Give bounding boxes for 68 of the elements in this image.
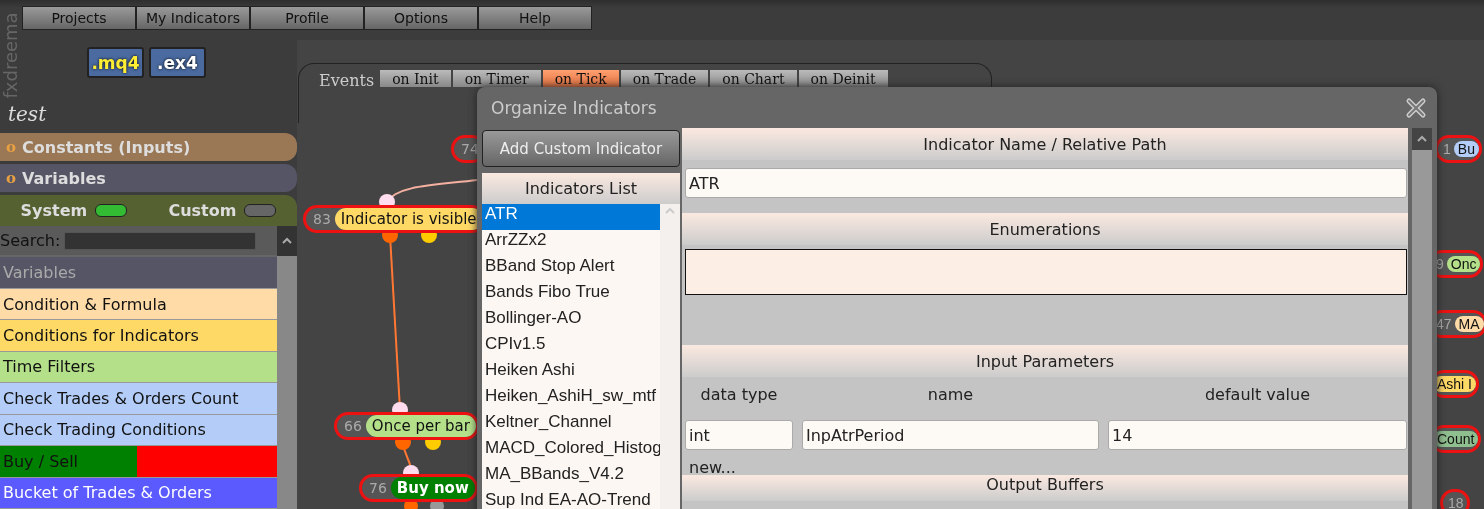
section-title: Constants (Inputs)	[22, 137, 191, 157]
search-field[interactable]	[64, 231, 257, 250]
file-button[interactable]: .mq4	[87, 47, 144, 78]
toggle-label: Custom	[168, 201, 237, 220]
indicator-item[interactable]: Keltner_Channel	[482, 412, 660, 438]
menu-item[interactable]: Projects	[22, 6, 136, 30]
bullet-icon: o	[6, 169, 16, 187]
indicator-item[interactable]: ArrZZx2	[482, 230, 660, 256]
close-icon[interactable]	[1405, 96, 1427, 119]
event-tab[interactable]: on Init	[379, 69, 452, 88]
block-category[interactable]: Check Trading Conditions	[0, 414, 277, 447]
toggle-label: System	[20, 201, 88, 220]
new-parameter-link[interactable]: new...	[689, 458, 736, 478]
block-category[interactable]: Time Filters	[0, 351, 277, 384]
menu-item[interactable]: Help	[478, 6, 592, 30]
indicator-item[interactable]: Bands Fibo True	[482, 282, 660, 308]
block-category[interactable]: Condition & Formula	[0, 288, 277, 321]
caret-icon	[281, 237, 293, 245]
toggle-switch[interactable]	[95, 204, 128, 217]
indicator-item[interactable]: Heiken_AshiH_sw_mtf	[482, 386, 660, 412]
parameter-field[interactable]: InpAtrPeriod	[802, 420, 1099, 450]
parameter-field[interactable]: int	[685, 420, 793, 450]
menu-item[interactable]: Options	[364, 6, 478, 30]
column-header: data type	[699, 385, 779, 405]
indicator-item[interactable]: MACD_Colored_Histog	[482, 438, 660, 464]
dialog-title: Organize Indicators	[491, 97, 657, 118]
caret-icon	[664, 207, 676, 215]
indicator-item[interactable]: CPIv1.5	[482, 334, 660, 360]
flow-node[interactable]: 1 Bu	[1435, 135, 1482, 163]
search-label: Search:	[0, 231, 61, 251]
indicator-item[interactable]: Heiken Ashi	[482, 360, 660, 386]
add-indicator-button[interactable]: Add Custom Indicator	[482, 130, 680, 167]
list-header: Indicators List	[482, 173, 680, 204]
section-header: Output Buffers	[682, 475, 1408, 501]
toggle-switch[interactable]	[244, 204, 277, 217]
column-header: default value	[1203, 385, 1312, 405]
events-label: Events	[319, 71, 375, 90]
section-header: Enumerations	[682, 213, 1408, 245]
section-header: Input Parameters	[682, 345, 1408, 377]
scrollbar[interactable]	[660, 204, 680, 509]
parameter-field[interactable]: 14	[1108, 420, 1407, 450]
section-header[interactable]: o Variables	[0, 164, 297, 192]
block-category[interactable]: Bucket of Trades & Orders	[0, 477, 277, 509]
scrollbar[interactable]	[277, 226, 297, 509]
bullet-icon: o	[6, 138, 16, 156]
flow-node[interactable]: 66 Once per bar	[334, 412, 479, 440]
indicator-item[interactable]: BBand Stop Alert	[482, 256, 660, 282]
indicator-item[interactable]: ATR	[482, 204, 660, 230]
column-header: name	[926, 385, 975, 405]
block-category[interactable]: Conditions for Indicators	[0, 320, 277, 352]
file-button[interactable]: .ex4	[149, 47, 206, 78]
section-header: Indicator Name / Relative Path	[682, 128, 1408, 160]
block-category[interactable]: Buy / Sell	[0, 446, 277, 478]
block-category[interactable]: Check Trades & Orders Count	[0, 383, 277, 415]
project-name: test	[7, 102, 48, 128]
caret-icon	[1416, 135, 1428, 143]
indicator-item[interactable]: MA_BBands_V4.2	[482, 464, 660, 490]
flow-node[interactable]: 76 Buy now	[359, 474, 478, 502]
event-tab[interactable]: on Chart	[709, 69, 798, 88]
event-tab[interactable]: on Timer	[451, 69, 542, 88]
section-title: Variables	[22, 168, 106, 188]
indicator-item[interactable]: Sup Ind EA-AO-Trend	[482, 490, 660, 509]
enumerations-field[interactable]	[685, 249, 1407, 295]
name-field[interactable]: ATR	[685, 168, 1407, 198]
menu-item[interactable]: Profile	[250, 6, 364, 30]
scrollbar[interactable]	[1412, 128, 1432, 509]
menu-item[interactable]: My Indicators	[136, 6, 250, 30]
indicator-item[interactable]: Bollinger-AO	[482, 308, 660, 334]
